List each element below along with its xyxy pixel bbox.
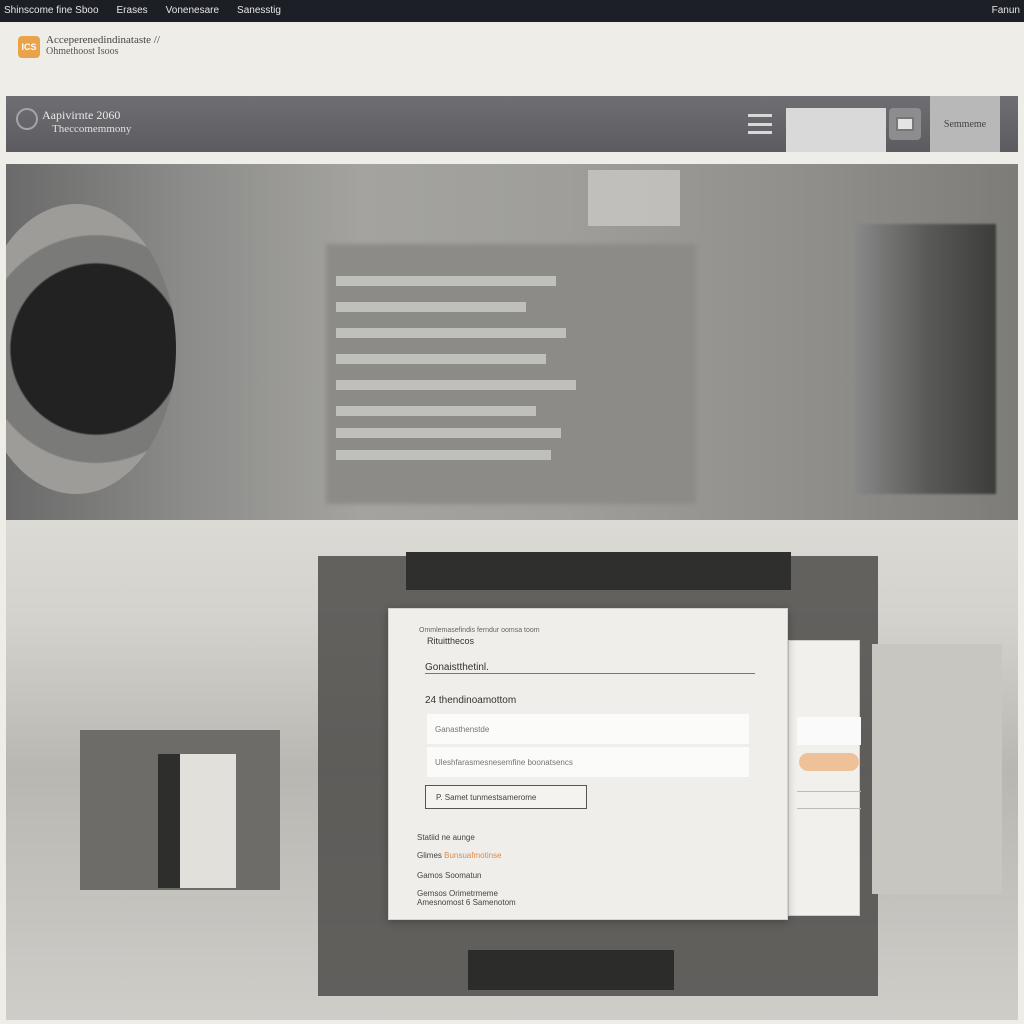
secondary-panel bbox=[788, 640, 861, 916]
brand-title: Acceperenedindinataste // bbox=[46, 34, 160, 46]
secondary-field[interactable] bbox=[797, 791, 861, 809]
hero-line bbox=[336, 380, 576, 390]
hero-right-block bbox=[856, 224, 996, 494]
hero-line bbox=[336, 428, 561, 438]
hero-line bbox=[336, 302, 526, 312]
search-input[interactable] bbox=[786, 108, 886, 152]
dialog-divider bbox=[425, 673, 755, 674]
menu-icon[interactable] bbox=[748, 114, 772, 134]
scene-bottom-bar bbox=[468, 950, 674, 990]
dialog-accent-link[interactable]: Bunsuafmotinse bbox=[444, 851, 501, 860]
dialog-header-small: Ommlemasefindis ferndur oomsa toom bbox=[419, 627, 540, 634]
monitor-icon[interactable] bbox=[889, 108, 921, 140]
top-nav-bar: Shinscome fine Sboo Erases Vonenesare Sa… bbox=[0, 0, 1024, 22]
band-subtitle: Theccomemmony bbox=[52, 123, 132, 135]
secondary-input[interactable] bbox=[797, 717, 861, 745]
hero-top-block bbox=[588, 170, 680, 226]
dialog-link-2: Glimes Bunsuafmotinse bbox=[417, 851, 502, 860]
brand-subtitle: Ohmethoost Isoos bbox=[46, 46, 119, 57]
hero-line bbox=[336, 450, 551, 460]
hero-line bbox=[336, 406, 536, 416]
hero-disk-shape bbox=[6, 204, 176, 494]
top-nav-right-link[interactable]: Fanun bbox=[992, 0, 1020, 22]
login-dialog: Ommlemasefindis ferndur oomsa toom Ritui… bbox=[388, 608, 788, 920]
hero-line bbox=[336, 328, 566, 338]
circle-icon bbox=[16, 108, 38, 130]
brand-text: Acceperenedindinataste // Ohmethoost Iso… bbox=[46, 34, 160, 57]
first-input-field[interactable] bbox=[427, 714, 749, 744]
top-nav-item-2[interactable]: Erases bbox=[117, 0, 148, 22]
band-button[interactable]: Semmeme bbox=[930, 96, 1000, 152]
dialog-field-title: 24 thendinoamottom bbox=[425, 695, 517, 706]
dialog-section-title: Gonaistthetinl. bbox=[425, 662, 489, 673]
brand-logo: ICS bbox=[18, 36, 40, 58]
top-nav-item-4[interactable]: Sanesstig bbox=[237, 0, 281, 22]
top-nav-item-3[interactable]: Vonenesare bbox=[166, 0, 219, 22]
dialog-link-3[interactable]: Gamos Soomatun bbox=[417, 871, 481, 880]
brand[interactable]: ICS Acceperenedindinataste // Ohmethoost… bbox=[18, 34, 160, 58]
scene-left-card bbox=[158, 754, 236, 888]
top-nav-item-home[interactable]: Shinscome fine Sboo bbox=[4, 0, 99, 22]
dialog-header-title: Rituitthecos bbox=[427, 636, 475, 646]
dialog-link-2-prefix: Glimes bbox=[417, 851, 442, 860]
second-input-field[interactable] bbox=[427, 747, 749, 777]
dialog-link-1[interactable]: Statiid ne aunge bbox=[417, 833, 475, 842]
secondary-accent-button[interactable] bbox=[799, 753, 859, 771]
hero-line bbox=[336, 276, 556, 286]
scene-top-bar bbox=[406, 552, 791, 590]
hero-image bbox=[6, 164, 1018, 520]
top-nav: Shinscome fine Sboo Erases Vonenesare Sa… bbox=[4, 0, 281, 22]
header-band: Aapivirnte 2060 Theccomemmony Semmeme bbox=[6, 96, 1018, 152]
submit-button[interactable]: P. Samet tunmestsamerome bbox=[425, 785, 587, 809]
dialog-footer-line-1: Gemsos Orimetrmeme bbox=[417, 889, 498, 898]
band-title: Aapivirnte 2060 bbox=[42, 108, 121, 122]
dialog-footer-line-2: Amesnomost 6 Samenotom bbox=[417, 898, 516, 907]
scene-right-panel bbox=[872, 644, 1002, 894]
hero-line bbox=[336, 354, 546, 364]
